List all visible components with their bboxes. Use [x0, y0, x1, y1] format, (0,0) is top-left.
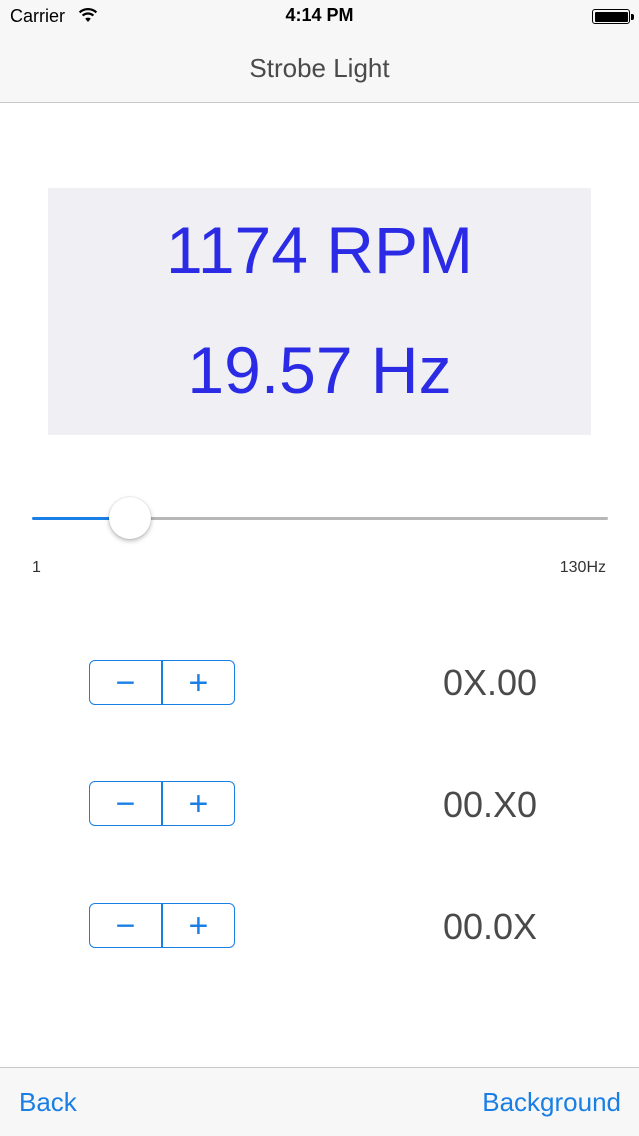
slider-max-label: 130Hz	[559, 559, 606, 576]
background-button[interactable]: Background	[482, 1087, 621, 1118]
frequency-slider[interactable]	[32, 497, 608, 540]
battery-tip	[631, 14, 634, 20]
frequency-readout-panel: 1174 RPM 19.57 Hz	[48, 188, 591, 435]
slider-thumb[interactable]	[108, 497, 151, 539]
back-button[interactable]: Back	[19, 1087, 77, 1118]
strobe-light-screen: Carrier 4:14 PM Strobe Light 1174 RPM 19…	[0, 0, 639, 1136]
tenths-digit-label: 00.X0	[442, 784, 538, 825]
rpm-readout: 1174 RPM	[166, 213, 473, 287]
page-title: Strobe Light	[249, 53, 390, 83]
bottom-toolbar: Back Background	[0, 1067, 639, 1136]
decrement-button[interactable]: −	[90, 661, 161, 704]
decrement-button[interactable]: −	[90, 782, 161, 825]
hundredths-digit-stepper[interactable]: − +	[89, 903, 235, 948]
hundredths-digit-label: 00.0X	[442, 906, 538, 947]
increment-button[interactable]: +	[163, 661, 234, 704]
tens-digit-label: 0X.00	[442, 662, 538, 703]
increment-button[interactable]: +	[163, 904, 234, 947]
slider-track-empty	[129, 517, 608, 520]
battery-full-icon	[592, 9, 630, 24]
navigation-bar: Strobe Light	[0, 34, 639, 103]
status-time: 4:14 PM	[285, 5, 354, 25]
status-bar: Carrier 4:14 PM	[0, 0, 639, 34]
slider-min-label: 1	[32, 559, 41, 576]
increment-button[interactable]: +	[163, 782, 234, 825]
tens-digit-stepper[interactable]: − +	[89, 660, 235, 705]
tenths-digit-stepper[interactable]: − +	[89, 781, 235, 826]
hz-readout: 19.57 Hz	[187, 333, 452, 407]
decrement-button[interactable]: −	[90, 904, 161, 947]
